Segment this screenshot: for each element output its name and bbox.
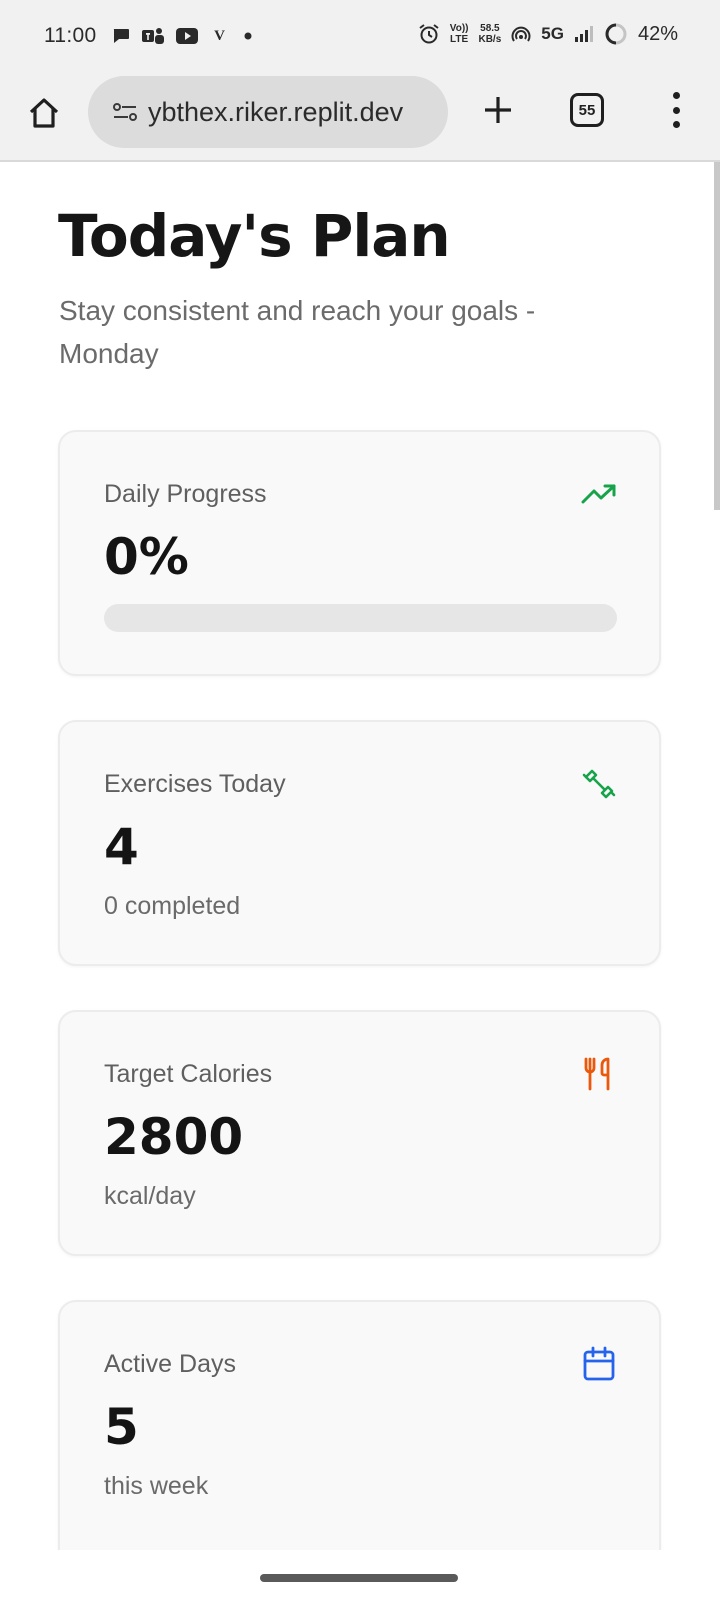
menu-dot [672, 106, 680, 114]
card-label: Target Calories [104, 1060, 273, 1088]
active-days-card: Active Days 5 this week [58, 1300, 661, 1550]
exercises-card: Exercises Today 4 0 completed [58, 720, 661, 966]
utensils-icon [581, 1056, 617, 1092]
network-speed: 58.5 KB/s [478, 23, 501, 45]
speed-unit: KB/s [478, 34, 502, 45]
page-subtitle: Stay consistent and reach your goals - M… [59, 295, 536, 369]
alarm-icon [418, 23, 440, 45]
card-subtext: kcal/day [104, 1182, 196, 1210]
signal-icon [574, 24, 594, 44]
battery-icon [604, 22, 628, 46]
speed-value: 58.5 [480, 23, 500, 34]
teams-icon [141, 26, 165, 46]
site-settings-icon[interactable] [112, 101, 138, 123]
calendar-icon [581, 1346, 617, 1382]
home-icon [29, 98, 59, 128]
card-label: Daily Progress [104, 480, 267, 508]
status-left: 11:00 V [44, 24, 255, 48]
message-icon [111, 26, 131, 46]
card-value: 2800 [104, 1108, 244, 1166]
status-right: Vo)) LTE 58.5 KB/s 5G 42% [418, 22, 678, 46]
hotspot-icon [511, 24, 531, 44]
calories-card: Target Calories 2800 kcal/day [58, 1010, 661, 1256]
dumbbell-icon [581, 766, 617, 802]
browser-menu-button[interactable] [662, 88, 690, 132]
card-value: 0% [104, 528, 189, 586]
card-value: 4 [104, 818, 139, 876]
card-label: Exercises Today [104, 770, 286, 798]
url-text: ybthex.riker.replit.dev [148, 96, 404, 127]
card-label: Active Days [104, 1350, 236, 1378]
address-bar[interactable]: ybthex.riker.replit.dev [88, 76, 448, 148]
v-icon: V [214, 27, 225, 44]
volte-bottom: LTE [450, 34, 469, 45]
card-subtext: 0 completed [104, 892, 241, 920]
card-subtext: this week [104, 1472, 209, 1500]
progress-bar [104, 604, 617, 632]
battery-level: 42% [637, 22, 678, 45]
home-button[interactable] [24, 93, 64, 133]
status-time: 11:00 [44, 24, 97, 47]
plus-icon [485, 97, 511, 123]
youtube-icon [175, 27, 199, 45]
tab-count: 55 [578, 101, 596, 119]
card-value: 5 [104, 1398, 139, 1456]
page-content: Today's Plan Stay consistent and reach y… [0, 162, 720, 1550]
browser-toolbar: ybthex.riker.replit.dev 55 [0, 76, 720, 162]
status-bar: 11:00 V Vo)) LTE 58.5 KB/s 5G 42% [0, 0, 720, 76]
trending-up-icon [581, 476, 617, 512]
volte-top: Vo)) [449, 23, 469, 34]
network-type: 5G [541, 24, 564, 43]
menu-dot [672, 92, 680, 99]
page-title: Today's Plan [58, 202, 451, 270]
new-tab-button[interactable] [478, 90, 518, 130]
gesture-home-indicator[interactable] [260, 1574, 458, 1582]
tab-switcher-button[interactable]: 55 [570, 93, 604, 127]
menu-dot [672, 121, 680, 128]
volte-indicator: Vo)) LTE [450, 23, 469, 45]
dot-icon [241, 29, 255, 43]
daily-progress-card: Daily Progress 0% [58, 430, 661, 676]
